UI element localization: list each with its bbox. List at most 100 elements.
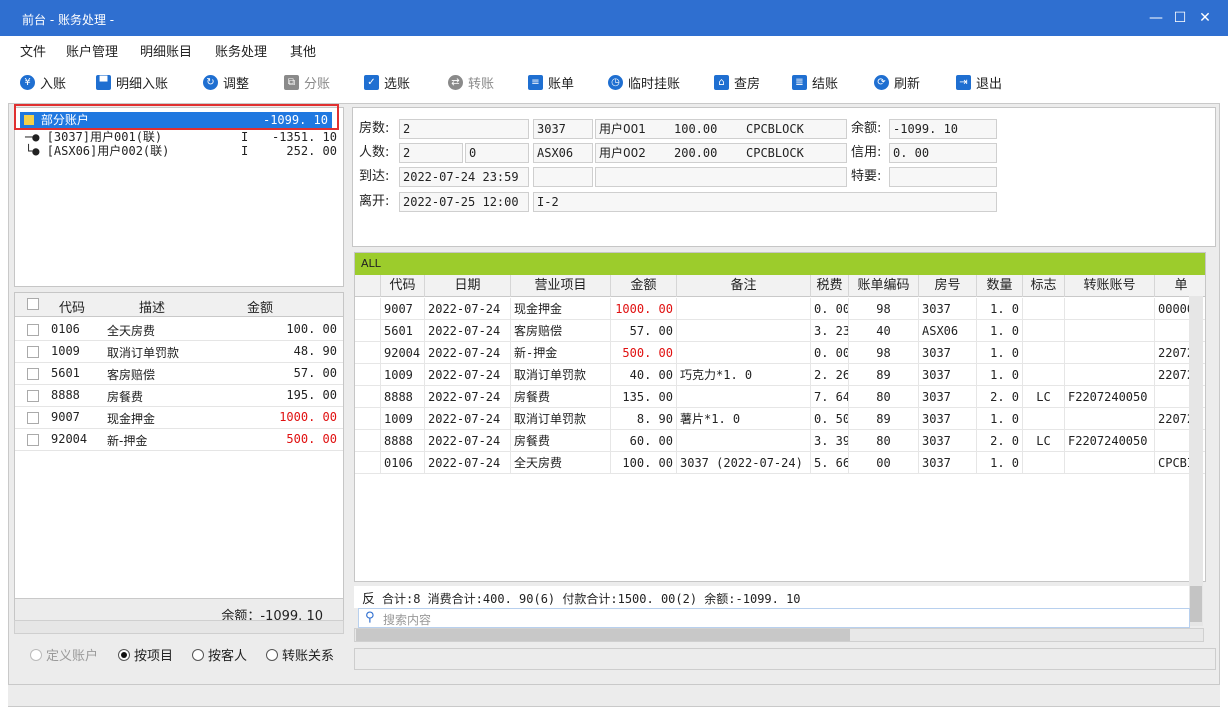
radio-by-item[interactable]: 按项目 <box>118 645 173 664</box>
cell-amount: 100. 00 <box>611 452 677 474</box>
radio-by-guest[interactable]: 按客人 <box>192 645 247 664</box>
tree-item-asx06[interactable]: └● [ASX06]用户002(联) I 252. 00 <box>25 144 337 158</box>
table-row[interactable]: 1009 取消订单罚款 48. 90 <box>15 341 343 363</box>
row-checkbox[interactable] <box>27 412 39 424</box>
col-code[interactable]: 代码 <box>381 275 425 297</box>
cell-room: 3037 <box>919 408 977 430</box>
col-tax[interactable]: 税费 <box>811 275 849 297</box>
tree-item-3037[interactable]: ─● [3037]用户001(联) I -1351. 10 <box>25 130 337 144</box>
row-checkbox[interactable] <box>27 324 39 336</box>
rooms-field: 2 <box>399 119 529 139</box>
grid-row[interactable]: 1009 2022-07-24 取消订单罚款 40. 00 巧克力*1. 0 2. 26 8… <box>355 364 1205 386</box>
row-code: 1009 <box>51 344 80 358</box>
row-desc: 客房赔偿 <box>107 368 156 382</box>
cell-date: 2022-07-24 <box>425 364 511 386</box>
cell-item: 新-押金 <box>511 342 611 364</box>
col-item[interactable]: 营业项目 <box>511 275 611 297</box>
checkout-button[interactable]: ≣ 结账 <box>792 72 838 92</box>
grid-row[interactable]: 0106 2022-07-24 全天房费 100. 00 3037 (2022-07-2… <box>355 452 1205 474</box>
cell-room: 3037 <box>919 452 977 474</box>
row-checkbox[interactable] <box>27 368 39 380</box>
radio-transfer-relation[interactable]: 转账关系 <box>266 645 334 664</box>
transfer-button[interactable]: ⇄ 转账 <box>448 72 494 92</box>
temp-charge-button[interactable]: ◷ 临时挂账 <box>608 72 680 92</box>
cell-code: 0106 <box>381 452 425 474</box>
row-checkbox[interactable] <box>27 346 39 358</box>
row-checkbox[interactable] <box>27 390 39 402</box>
table-row[interactable]: 92004 新-押金 500. 00 <box>15 429 343 451</box>
adjust-button[interactable]: ↻ 调整 <box>203 72 249 92</box>
col-flag[interactable]: 标志 <box>1023 275 1065 297</box>
yen-icon: ¥ <box>20 74 35 90</box>
database-icon: ≣ <box>792 74 807 90</box>
highlight-box <box>14 104 339 130</box>
detail-post-button[interactable]: ▀ 明细入账 <box>96 72 168 92</box>
cell-room: 3037 <box>919 386 977 408</box>
menu-bar: 文件 账户管理 明细账目 账务处理 其他 <box>0 36 1228 62</box>
people-label: 人数: <box>359 145 390 160</box>
grid-row[interactable]: 1009 2022-07-24 取消订单罚款 8. 90 薯片*1. 0 0. 50 89 3… <box>355 408 1205 430</box>
cell-code: 8888 <box>381 430 425 452</box>
grid-vertical-scrollbar[interactable] <box>1189 296 1203 626</box>
cell-flag <box>1023 364 1065 386</box>
cell-qty: 2. 0 <box>977 430 1023 452</box>
split-button[interactable]: ⧉ 分账 <box>284 72 330 92</box>
monitor-icon: ▀ <box>96 74 111 90</box>
cell-date: 2022-07-24 <box>425 452 511 474</box>
cell-code: 5601 <box>381 320 425 342</box>
select-all-checkbox[interactable] <box>27 298 39 310</box>
menu-account-processing[interactable]: 账务处理 <box>215 41 267 60</box>
cell-note: 巧克力*1. 0 <box>677 364 811 386</box>
menu-other[interactable]: 其他 <box>290 41 316 60</box>
menu-account-management[interactable]: 账户管理 <box>66 41 118 60</box>
account-tree[interactable]: ─● [3037]用户001(联) I -1351. 10 └● [ASX06]… <box>14 107 344 287</box>
close-button[interactable]: ✕ <box>1195 8 1215 28</box>
grid-row[interactable]: 5601 2022-07-24 客房赔偿 57. 00 3. 23 40 ASX06 1. 0 <box>355 320 1205 342</box>
col-qty[interactable]: 数量 <box>977 275 1023 297</box>
exit-button[interactable]: ⇥ 退出 <box>956 72 1002 92</box>
col-extra[interactable]: 单 <box>1155 275 1205 297</box>
grid-row[interactable]: 8888 2022-07-24 房餐费 135. 00 7. 64 80 3037 2. 0L… <box>355 386 1205 408</box>
reverse-button[interactable]: 反 <box>362 588 375 607</box>
minimize-button[interactable]: — <box>1146 8 1166 28</box>
cell-flag <box>1023 298 1065 320</box>
col-transfer-account[interactable]: 转账账号 <box>1065 275 1155 297</box>
grid-row[interactable]: 9007 2022-07-24 现金押金 1000. 00 0. 00 98 3037 1. … <box>355 298 1205 320</box>
house-icon: ⌂ <box>714 74 729 90</box>
grid-horizontal-scroll-thumb[interactable] <box>356 629 850 641</box>
check-room-button[interactable]: ⌂ 查房 <box>714 72 760 92</box>
depart-extra-field: I-2 <box>533 192 997 212</box>
grid-row[interactable]: 8888 2022-07-24 房餐费 60. 00 3. 39 80 3037 2. 0 LC… <box>355 430 1205 452</box>
grid-row[interactable]: 92004 2022-07-24 新-押金 500. 00 0. 00 98 3037 1. … <box>355 342 1205 364</box>
room2-number: ASX06 <box>533 143 593 163</box>
menu-detail-accounts[interactable]: 明细账目 <box>140 41 192 60</box>
bill-button[interactable]: ≡ 账单 <box>528 72 574 92</box>
table-row[interactable]: 5601 客房赔偿 57. 00 <box>15 363 343 385</box>
left-horizontal-scrollbar[interactable] <box>14 620 344 634</box>
search-input[interactable]: 搜索内容 <box>383 611 431 628</box>
search-box[interactable]: ⚲ 搜索内容 <box>358 608 1190 628</box>
cell-item: 房餐费 <box>511 386 611 408</box>
table-row[interactable]: 9007 现金押金 1000. 00 <box>15 407 343 429</box>
col-bill-code[interactable]: 账单编码 <box>849 275 919 297</box>
row-desc: 房餐费 <box>107 390 144 404</box>
post-button[interactable]: ¥ 入账 <box>20 72 66 92</box>
col-date[interactable]: 日期 <box>425 275 511 297</box>
refresh-button[interactable]: ⟳ 刷新 <box>874 72 920 92</box>
grid-vertical-scroll-thumb[interactable] <box>1190 586 1202 622</box>
select-account-button[interactable]: ✓ 选账 <box>364 72 410 92</box>
room2-row: 用户002 200.00 CPCBLOCK <box>595 143 847 163</box>
col-note[interactable]: 备注 <box>677 275 811 297</box>
table-row[interactable]: 0106 全天房费 100. 00 <box>15 319 343 341</box>
cell-room: 3037 <box>919 342 977 364</box>
credit-field: 0. 00 <box>889 143 997 163</box>
col-amount[interactable]: 金额 <box>611 275 677 297</box>
table-row[interactable]: 8888 房餐费 195. 00 <box>15 385 343 407</box>
tab-all[interactable]: ALL <box>355 253 1205 275</box>
row-checkbox[interactable] <box>27 434 39 446</box>
col-room[interactable]: 房号 <box>919 275 977 297</box>
radio-defined-account[interactable]: 定义账户 <box>30 645 98 664</box>
room3-number <box>533 167 593 187</box>
maximize-button[interactable]: ☐ <box>1170 8 1190 28</box>
menu-file[interactable]: 文件 <box>20 41 46 60</box>
